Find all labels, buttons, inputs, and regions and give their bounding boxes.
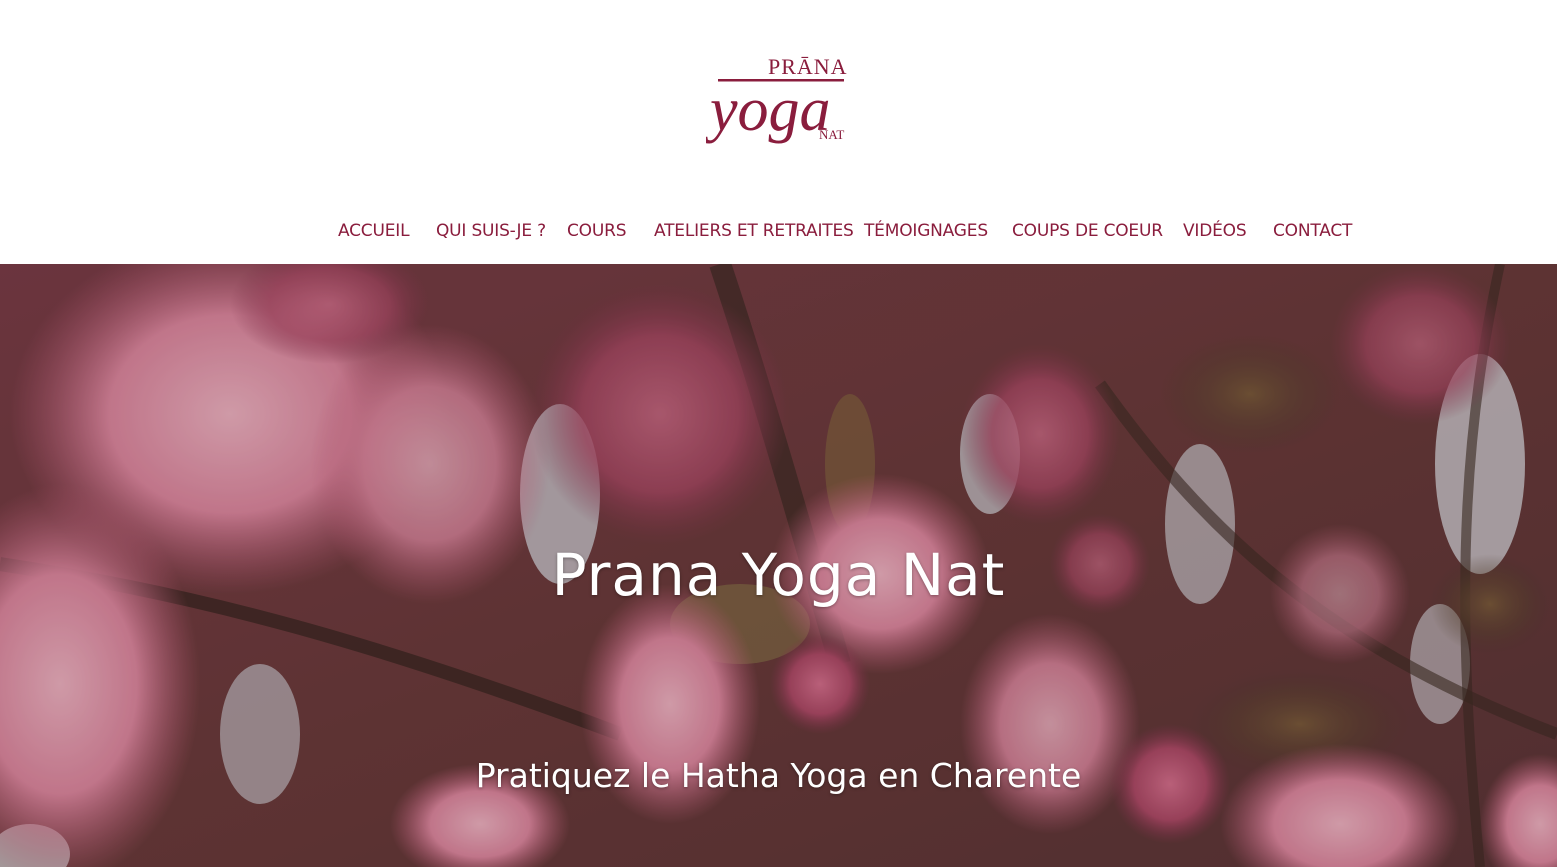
logo-main-text: yoga bbox=[706, 76, 831, 144]
nav-item-temoignages[interactable]: TÉMOIGNAGES bbox=[864, 217, 988, 245]
nav-item-accueil[interactable]: ACCUEIL bbox=[338, 217, 410, 245]
logo-bottom-text: NAT bbox=[819, 127, 844, 142]
nav-item-videos[interactable]: VIDÉOS bbox=[1183, 217, 1247, 245]
hero-subtitle: Pratiquez le Hatha Yoga en Charente bbox=[475, 756, 1082, 795]
nav-item-contact[interactable]: CONTACT bbox=[1273, 217, 1352, 245]
hero-banner: Prana Yoga Nat Pratiquez le Hatha Yoga e… bbox=[0, 264, 1557, 867]
hero-title: Prana Yoga Nat bbox=[551, 541, 1006, 609]
site-header: PRĀNA yoga NAT ACCUEIL QUI SUIS-JE ? COU… bbox=[0, 0, 1557, 264]
nav-item-qui-suis-je[interactable]: QUI SUIS-JE ? bbox=[436, 217, 546, 245]
main-nav: ACCUEIL QUI SUIS-JE ? COURS ATELIERS ET … bbox=[0, 217, 1557, 247]
nav-item-ateliers-et-retraites[interactable]: ATELIERS ET RETRAITES bbox=[654, 217, 854, 245]
nav-item-cours[interactable]: COURS bbox=[567, 217, 627, 245]
site-logo[interactable]: PRĀNA yoga NAT bbox=[706, 52, 852, 152]
nav-item-coups-de-coeur[interactable]: COUPS DE COEUR bbox=[1012, 217, 1163, 245]
